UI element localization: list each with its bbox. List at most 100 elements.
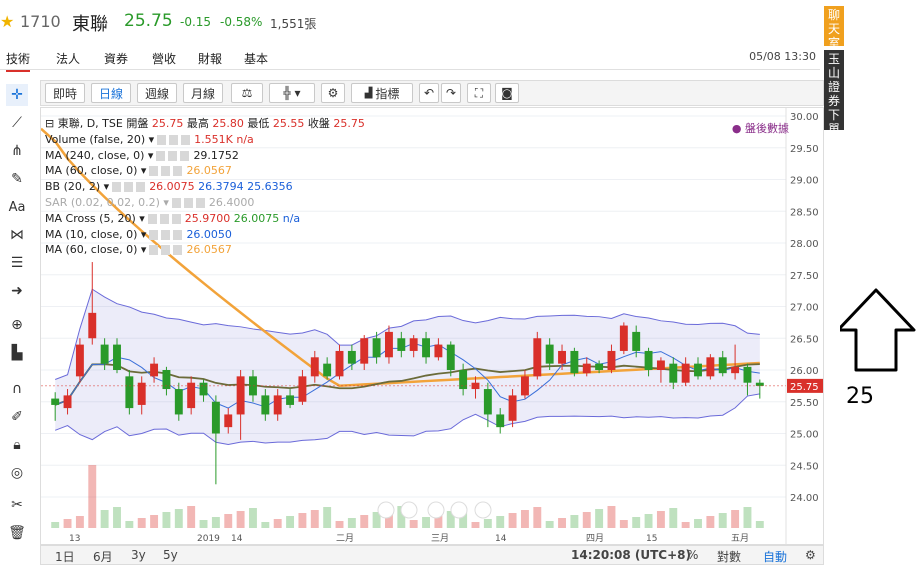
range-5y[interactable]: 5y — [163, 548, 178, 562]
volume-bar — [162, 512, 171, 528]
indicator-label: MA (60, close, 0) ▾ — [45, 243, 147, 257]
chart-toolbar: 即時 日線 週線 月線 ⚖ ╬ ▾ ⚙ ▟ 指標 ↶ ↷ ⛶ ◙ — [40, 80, 824, 106]
indicator-controls-icon[interactable] — [157, 134, 192, 145]
tab-basic[interactable]: 基本 — [244, 50, 268, 67]
candle-body — [63, 395, 72, 409]
trend-line-icon[interactable]: ⟋ — [6, 112, 28, 134]
fibonacci-icon[interactable]: ☰ — [6, 252, 28, 274]
pencil-lock-icon[interactable]: ✐ — [6, 406, 28, 428]
chart-area[interactable]: 30.00 29.50 29.00 28.50 28.00 27.50 27.00 26.50… — [40, 107, 824, 546]
indicator-controls-icon[interactable] — [156, 150, 191, 161]
daily-button[interactable]: 日線 — [91, 83, 131, 103]
candle-body — [360, 338, 369, 364]
indicator-row[interactable]: MA (60, close, 0) ▾ 26.0567 — [45, 242, 365, 258]
time-tick-label: 三月 — [431, 533, 449, 544]
chart-nav-button — [400, 501, 418, 519]
range-1d[interactable]: 1日 — [55, 548, 75, 565]
undo-icon[interactable]: ↶ — [419, 83, 439, 103]
axis-settings-icon[interactable]: ⚙ — [805, 548, 816, 562]
indicator-controls-icon[interactable] — [171, 197, 206, 208]
range-3y[interactable]: 3y — [131, 548, 146, 562]
volume-bar — [520, 510, 529, 528]
price-tick-label: 24.00 — [790, 493, 819, 504]
candle-body — [261, 395, 270, 415]
indicator-controls-icon[interactable] — [112, 182, 147, 193]
volume-bar — [743, 507, 752, 528]
candle-body — [731, 366, 740, 374]
chatroom-button[interactable]: 聊天室 — [824, 6, 844, 50]
brush-icon[interactable]: ✎ — [6, 168, 28, 190]
indicator-controls-icon[interactable] — [149, 166, 184, 177]
log-toggle[interactable]: 對數 — [717, 548, 741, 565]
tab-revenue[interactable]: 營收 — [152, 50, 176, 67]
volume-bar — [422, 517, 430, 528]
fork-icon[interactable]: ⋔ — [6, 140, 28, 162]
indicator-row[interactable]: MA (240, close, 0) ▾ 29.1752 — [45, 148, 365, 164]
crosshair-icon[interactable]: ✛ — [6, 84, 28, 106]
indicators-button[interactable]: ▟ 指標 — [351, 83, 413, 103]
time-tick-label: 14 — [231, 534, 243, 544]
indicator-controls-icon[interactable] — [149, 229, 184, 240]
range-6m[interactable]: 6月 — [93, 548, 113, 565]
volume-bar — [335, 521, 344, 528]
redo-icon[interactable]: ↷ — [441, 83, 461, 103]
monthly-button[interactable]: 月線 — [183, 83, 223, 103]
pattern-icon[interactable]: ⋈ — [6, 224, 28, 246]
indicator-controls-icon[interactable] — [149, 245, 184, 256]
indicator-row[interactable]: ⊟ 東聯, D, TSE 開盤 25.75 最高 25.80 最低 25.55 … — [45, 116, 365, 132]
lock-icon[interactable]: 🔒︎ — [6, 434, 28, 456]
volume-bar — [273, 519, 282, 528]
favorite-star-icon[interactable]: ★ — [0, 12, 14, 31]
candle-body — [743, 366, 752, 383]
measure-icon[interactable]: ▙ — [6, 342, 28, 364]
price-tick-label: 26.50 — [790, 334, 819, 345]
trash-icon[interactable]: 🗑︎ — [6, 522, 28, 544]
auto-scale-toggle[interactable]: 自動 — [763, 548, 787, 565]
fullscreen-icon[interactable]: ⛶ — [467, 83, 491, 103]
indicator-row[interactable]: MA (10, close, 0) ▾ 26.0050 — [45, 227, 365, 243]
price-change-percent: -0.58% — [220, 15, 263, 29]
time-tick-label: 二月 — [336, 533, 354, 544]
magnet-icon[interactable]: ∩ — [6, 378, 28, 400]
hide-icon[interactable]: ◎ — [6, 462, 28, 484]
remove-drawings-icon[interactable]: ✂ — [6, 494, 28, 516]
weekly-button[interactable]: 週線 — [137, 83, 177, 103]
candle-body — [434, 344, 443, 358]
indicators-label: 指標 — [375, 86, 400, 101]
text-tool-icon[interactable]: Aa — [6, 196, 28, 218]
tab-financials[interactable]: 財報 — [198, 50, 222, 67]
volume-bar — [669, 508, 678, 528]
indicator-row[interactable]: Volume (false, 20) ▾ 1.551K n/a — [45, 132, 365, 148]
indicator-value: 26.0075 — [149, 180, 199, 194]
chart-nav-button — [427, 501, 445, 519]
volume-bar — [607, 506, 616, 528]
indicator-value: 25.75 — [151, 117, 187, 130]
percent-toggle[interactable]: % — [687, 548, 698, 562]
volume-bar — [656, 511, 665, 528]
tab-institutional[interactable]: 法人 — [56, 50, 80, 67]
arrow-left-icon[interactable]: ➜ — [6, 280, 28, 302]
volume-bar — [471, 522, 480, 528]
volume-bar — [496, 516, 505, 528]
indicator-controls-icon[interactable] — [147, 213, 182, 224]
zoom-icon[interactable]: ⊕ — [6, 314, 28, 336]
price-tick-label: 27.50 — [790, 271, 819, 282]
chart-type-button[interactable]: ╬ ▾ — [269, 83, 315, 103]
compare-icon[interactable]: ⚖ — [231, 83, 263, 103]
indicator-row[interactable]: MA (60, close, 0) ▾ 26.0567 — [45, 163, 365, 179]
indicator-label: MA (240, close, 0) ▾ — [45, 148, 154, 162]
indicator-row[interactable]: SAR (0.02, 0.02, 0.2) ▾ 26.4000 — [45, 195, 365, 211]
indicator-row[interactable]: BB (20, 2) ▾ 26.0075 26.3794 25.6356 — [45, 179, 365, 195]
volume-bar — [347, 518, 356, 528]
candle-body — [125, 376, 134, 409]
indicator-value: 最低 — [247, 117, 273, 130]
volume-bar — [224, 514, 233, 528]
settings-gear-icon[interactable]: ⚙ — [321, 83, 345, 103]
indicator-row[interactable]: MA Cross (5, 20) ▾ 25.9700 26.0075 n/a — [45, 211, 365, 227]
broker-order-button[interactable]: 玉山證券下單 — [824, 50, 844, 136]
volume-bar — [360, 515, 369, 528]
intraday-button[interactable]: 即時 — [45, 83, 85, 103]
tab-technical[interactable]: 技術 — [6, 50, 31, 72]
tab-margin[interactable]: 資券 — [104, 50, 128, 67]
camera-icon[interactable]: ◙ — [495, 83, 519, 103]
